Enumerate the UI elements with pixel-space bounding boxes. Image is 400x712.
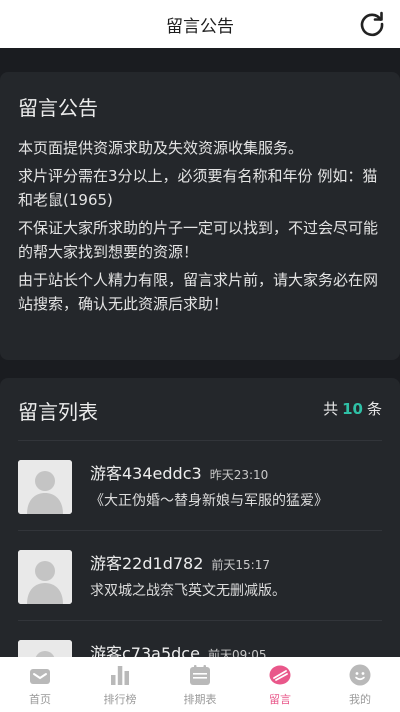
- message-list-title: 留言列表: [18, 400, 98, 424]
- message-icon: [269, 665, 291, 684]
- message-time: 昨天23:10: [209, 468, 269, 482]
- tab-messages[interactable]: 留言: [240, 657, 320, 712]
- message-user: 游客434eddc3 昨天23:10: [90, 460, 268, 484]
- total-suffix: 条: [366, 400, 382, 418]
- tab-label: 留言: [269, 692, 291, 706]
- notice-paragraph: 由于站长个人精力有限，留言求片前，请大家务必在网站搜索，确认无此资源后求助！: [18, 271, 379, 313]
- notice-paragraph: 本页面提供资源求助及失效资源收集服务。: [18, 139, 304, 157]
- avatar: [18, 550, 72, 604]
- tab-label: 排行榜: [103, 692, 137, 706]
- message-text: 《大正伪婚～替身新娘与军服的猛爱》: [90, 493, 328, 509]
- tab-label: 首页: [29, 692, 51, 706]
- message-item[interactable]: 游客434eddc3 昨天23:10 《大正伪婚～替身新娘与军服的猛爱》: [18, 460, 382, 531]
- page-title: 留言公告: [166, 16, 234, 37]
- tab-profile[interactable]: 我的: [320, 657, 400, 712]
- message-time: 前天15:17: [211, 558, 270, 572]
- total-count: 10: [342, 400, 363, 418]
- username: 游客434eddc3: [90, 464, 202, 483]
- notice-title: 留言公告: [18, 96, 98, 120]
- message-list-card: 留言列表 共 10 条 游客434eddc3 昨天23:10 《大正伪婚～替身新娘与军…: [0, 378, 400, 668]
- bottom-tab-bar: 首页 排行榜 排期表 留言 我的: [0, 657, 400, 712]
- bar-chart-icon: [111, 665, 129, 685]
- tab-label: 排期表: [183, 692, 217, 706]
- tab-ranking[interactable]: 排行榜: [80, 657, 160, 712]
- avatar: [18, 460, 72, 514]
- refresh-icon[interactable]: [358, 10, 386, 38]
- message-user: 游客22d1d782 前天15:17: [90, 550, 270, 574]
- notice-paragraph: 求片评分需在3分以上，必须要有名称和年份 例如：猫和老鼠(1965): [18, 167, 378, 209]
- tab-home[interactable]: 首页: [0, 657, 80, 712]
- tab-schedule[interactable]: 排期表: [160, 657, 240, 712]
- default-avatar-icon: [18, 460, 72, 514]
- message-total: 共 10 条: [323, 398, 382, 419]
- divider: [18, 530, 382, 531]
- username: 游客22d1d782: [90, 554, 204, 573]
- divider: [18, 620, 382, 621]
- top-bar: 留言公告: [0, 0, 400, 48]
- calendar-icon: [190, 664, 210, 685]
- notice-card: 留言公告 本页面提供资源求助及失效资源收集服务。 求片评分需在3分以上，必须要有…: [0, 72, 400, 360]
- divider: [18, 440, 382, 441]
- user-icon: [349, 664, 371, 685]
- tab-label: 我的: [349, 692, 371, 706]
- total-prefix: 共: [323, 400, 339, 418]
- message-text: 求双城之战奈飞英文无删减版。: [90, 583, 286, 599]
- message-item[interactable]: 游客22d1d782 前天15:17 求双城之战奈飞英文无删减版。: [18, 550, 382, 621]
- home-icon: [30, 668, 50, 684]
- default-avatar-icon: [18, 550, 72, 604]
- notice-paragraph: 不保证大家所求助的片子一定可以找到，不过会尽可能的帮大家找到想要的资源！: [18, 219, 379, 261]
